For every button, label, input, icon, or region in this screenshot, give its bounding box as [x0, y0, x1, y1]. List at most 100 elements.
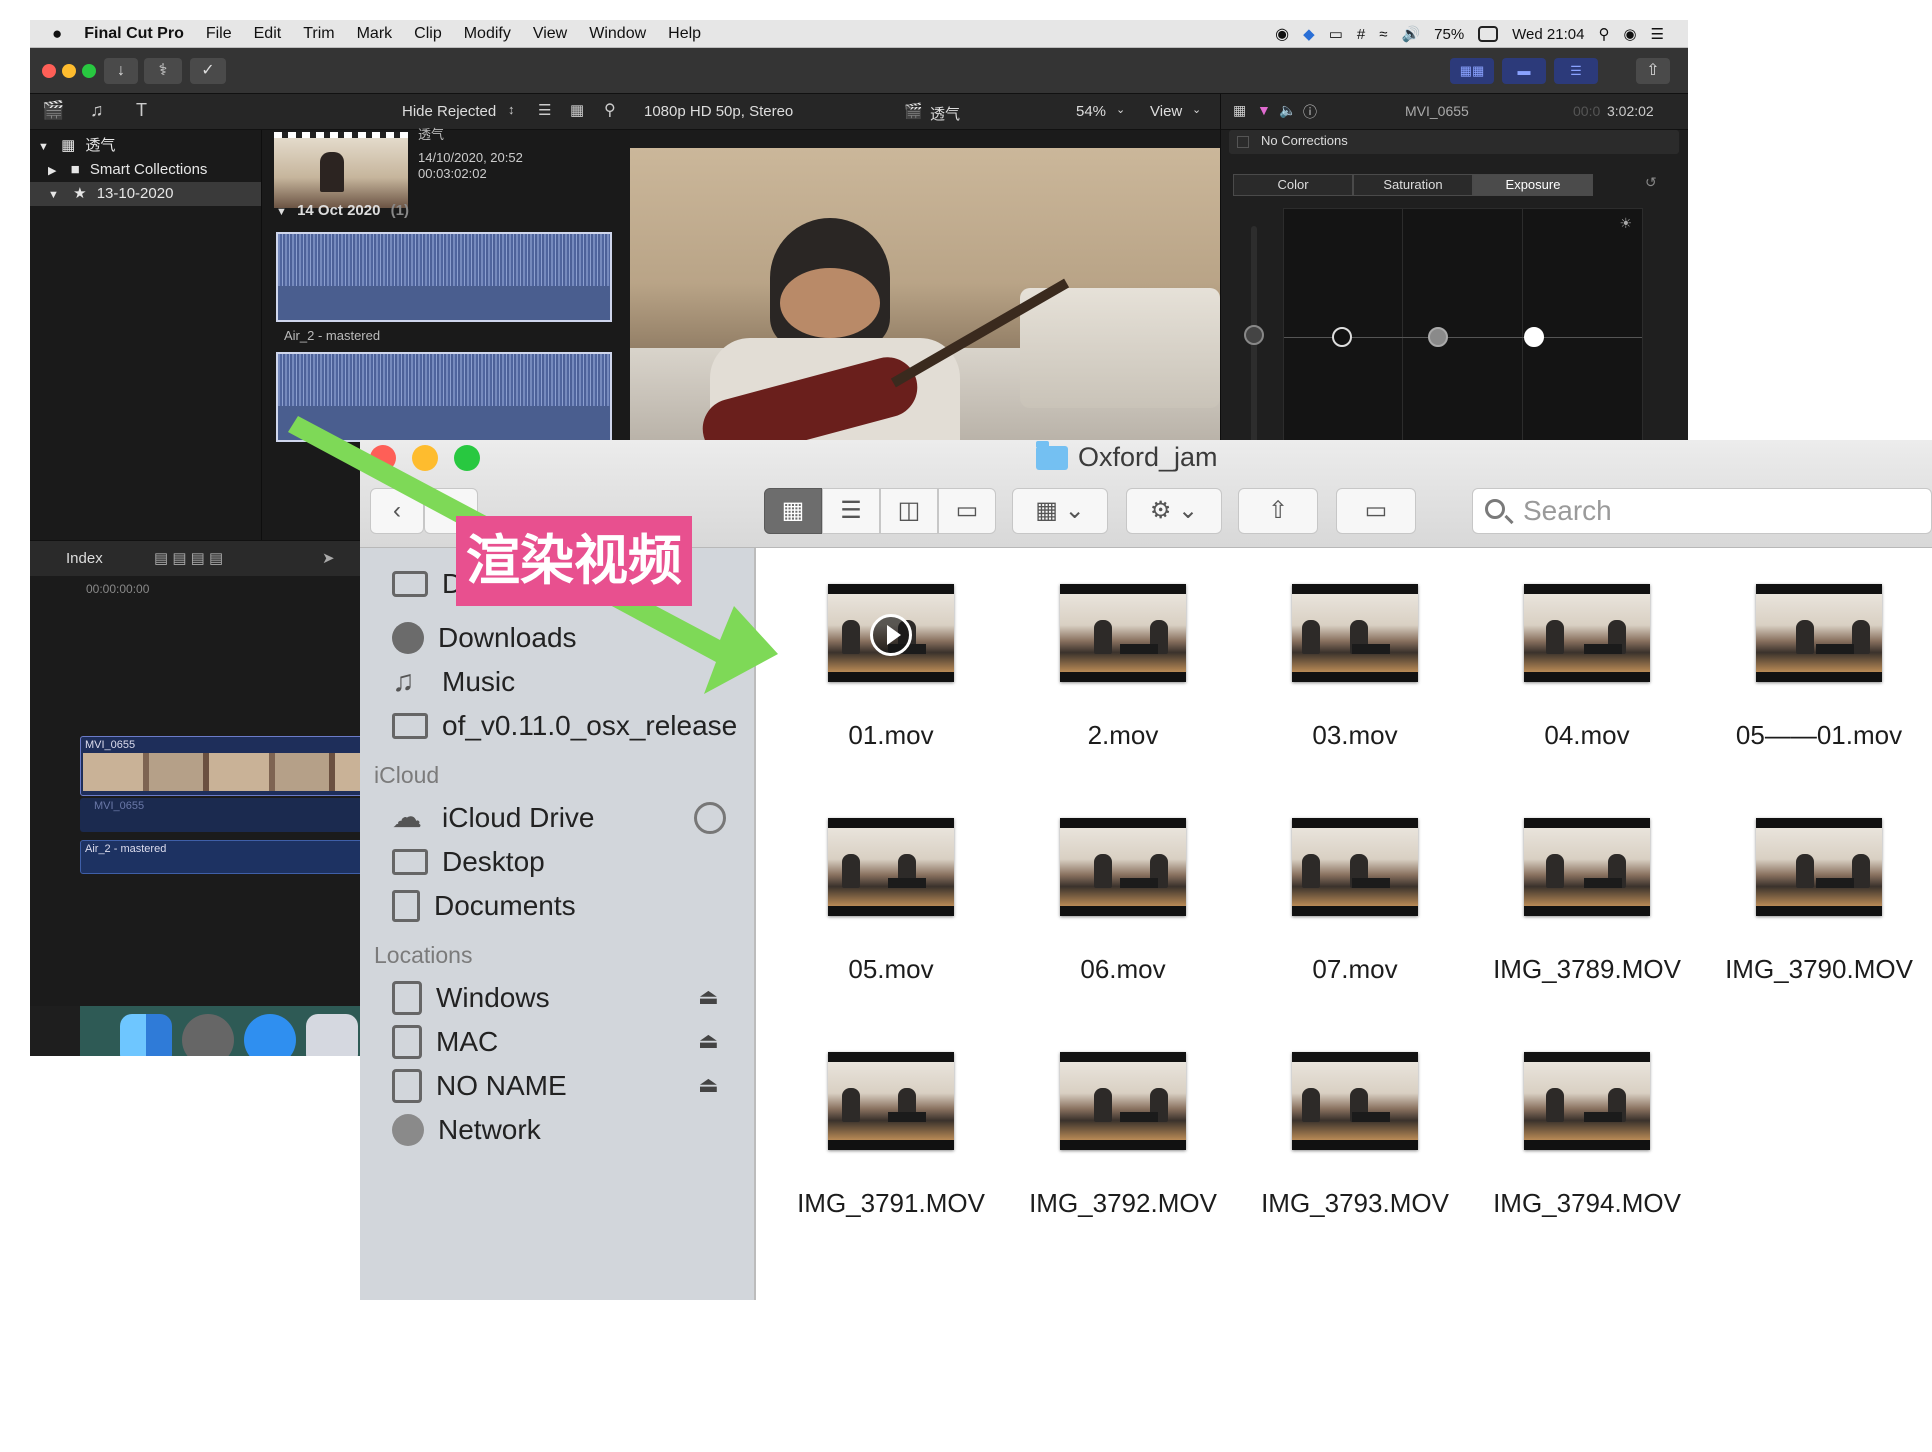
play-icon[interactable]: [870, 614, 912, 656]
share-icon[interactable]: ⇧: [1636, 58, 1670, 84]
airplay-icon[interactable]: ▭: [1329, 25, 1343, 43]
menu-trim[interactable]: Trim: [303, 25, 334, 43]
group-by-button[interactable]: ▦ ⌄: [1012, 488, 1108, 534]
safari-dock-icon[interactable]: [244, 1014, 296, 1056]
clip-thumbnail[interactable]: [274, 132, 408, 208]
disclosure-down-icon[interactable]: ▼: [276, 206, 287, 218]
search-icon[interactable]: ⚲: [604, 100, 616, 120]
hash-icon[interactable]: #: [1357, 26, 1365, 43]
icon-view-button[interactable]: ▦: [764, 488, 822, 534]
tab-exposure[interactable]: Exposure: [1473, 174, 1593, 196]
tag-button[interactable]: ▭: [1336, 488, 1416, 534]
battery-icon[interactable]: [1478, 26, 1499, 42]
clip-appearance-icon[interactable]: ☰: [538, 101, 551, 119]
close-button[interactable]: [370, 445, 396, 471]
finder-dock-icon[interactable]: [120, 1014, 172, 1056]
action-gear-button[interactable]: ⚙ ⌄: [1126, 488, 1222, 534]
mail-dock-icon[interactable]: [306, 1014, 358, 1056]
timeline-toggle-icon[interactable]: ▬: [1502, 58, 1546, 84]
exposure-board[interactable]: ☀: [1283, 208, 1643, 458]
sidebar-item-icloud-drive[interactable]: ☁ iCloud Drive: [392, 796, 595, 840]
photos-audio-icon[interactable]: ♫: [90, 100, 104, 121]
midtones-puck[interactable]: [1428, 327, 1448, 347]
edit-tools-icon[interactable]: ▤ ▤ ▤ ▤: [154, 549, 223, 567]
menu-window[interactable]: Window: [589, 25, 646, 43]
minimize-button[interactable]: [62, 64, 76, 78]
back-button[interactable]: ‹: [370, 488, 424, 534]
index-button[interactable]: Index: [66, 550, 103, 567]
chevron-updown-icon[interactable]: ↕: [508, 102, 515, 117]
browser-toggle-icon[interactable]: ▦▦: [1450, 58, 1494, 84]
film-icon[interactable]: ▦: [1233, 102, 1246, 119]
zoom-button[interactable]: [82, 64, 96, 78]
wechat-icon[interactable]: ◉: [1275, 24, 1289, 44]
sidebar-item-documents[interactable]: Documents: [392, 884, 576, 928]
sidebar-item-network[interactable]: Network: [392, 1108, 541, 1152]
launchpad-dock-icon[interactable]: [182, 1014, 234, 1056]
tab-saturation[interactable]: Saturation: [1353, 174, 1473, 196]
hide-rejected-menu[interactable]: Hide Rejected: [402, 103, 496, 120]
audio-icon[interactable]: 🔈: [1279, 102, 1296, 119]
eject-icon[interactable]: ⏏: [698, 1072, 719, 1098]
menu-app-name[interactable]: Final Cut Pro: [84, 25, 184, 43]
menu-clip[interactable]: Clip: [414, 25, 442, 43]
volume-icon[interactable]: 🔊: [1401, 25, 1420, 43]
disclosure-right-icon[interactable]: ▶: [48, 165, 56, 177]
viewer[interactable]: [630, 130, 1220, 450]
notification-center-icon[interactable]: ☰: [1651, 25, 1664, 43]
highlights-puck[interactable]: [1524, 327, 1544, 347]
corrections-menu[interactable]: No Corrections: [1229, 130, 1679, 154]
tab-color[interactable]: Color: [1233, 174, 1353, 196]
share-button[interactable]: ⇧: [1238, 488, 1318, 534]
disclosure-down-icon[interactable]: ▼: [38, 141, 49, 153]
network-diamond-icon[interactable]: ◆: [1303, 25, 1315, 43]
chevron-down-icon[interactable]: ⌄: [1192, 103, 1201, 116]
shadows-puck[interactable]: [1332, 327, 1352, 347]
sidebar-item-no-name[interactable]: NO NAME: [392, 1064, 567, 1108]
search-field[interactable]: Search: [1472, 488, 1932, 534]
checkbox[interactable]: [1237, 136, 1249, 148]
column-view-button[interactable]: ◫: [880, 488, 938, 534]
minimize-button[interactable]: [412, 445, 438, 471]
inspector-toggle-icon[interactable]: ☰: [1554, 58, 1598, 84]
audio-clip-1[interactable]: [276, 232, 612, 322]
reset-icon[interactable]: ↺: [1645, 174, 1657, 191]
import-icon[interactable]: ↓: [104, 58, 138, 84]
wifi-icon[interactable]: ≈: [1379, 26, 1387, 43]
keywords-icon[interactable]: ⚕: [144, 58, 182, 84]
menu-view[interactable]: View: [533, 25, 567, 43]
event-row[interactable]: ▼ ★ 13-10-2020: [30, 182, 261, 206]
sidebar-item-mac[interactable]: MAC: [392, 1020, 498, 1064]
audio-clip[interactable]: MVI_0655: [80, 798, 390, 832]
eject-icon[interactable]: ⏏: [698, 984, 719, 1010]
chevron-down-icon[interactable]: ⌄: [1116, 103, 1125, 116]
menu-modify[interactable]: Modify: [464, 25, 511, 43]
menu-mark[interactable]: Mark: [357, 25, 393, 43]
smart-collections-row[interactable]: ▶ ■ Smart Collections: [30, 158, 261, 182]
audio-clip-2[interactable]: [276, 352, 612, 442]
zoom-level[interactable]: 54%: [1076, 103, 1106, 120]
sidebar-item-music[interactable]: ♫ Music: [392, 660, 515, 704]
sidebar-item-partial[interactable]: D: [392, 562, 462, 606]
color-icon[interactable]: ▼: [1257, 102, 1271, 118]
clock[interactable]: Wed 21:04: [1512, 26, 1584, 43]
titles-generators-icon[interactable]: T: [136, 100, 147, 121]
gallery-view-button[interactable]: ▭: [938, 488, 996, 534]
video-clip[interactable]: MVI_0655: [80, 736, 390, 796]
master-puck[interactable]: [1244, 325, 1264, 345]
filmstrip-icon[interactable]: ▦: [570, 101, 584, 119]
group-header[interactable]: ▼ 14 Oct 2020 (1): [276, 202, 409, 219]
sidebar-item-windows[interactable]: Windows: [392, 976, 550, 1020]
menu-edit[interactable]: Edit: [254, 25, 282, 43]
siri-icon[interactable]: ◉: [1623, 25, 1636, 43]
music-clip[interactable]: Air_2 - mastered: [80, 840, 390, 874]
menu-file[interactable]: File: [206, 25, 232, 43]
sidebar-item-downloads[interactable]: Downloads: [392, 616, 577, 660]
menu-help[interactable]: Help: [668, 25, 701, 43]
zoom-button[interactable]: [454, 445, 480, 471]
list-view-button[interactable]: ☰: [822, 488, 880, 534]
spotlight-icon[interactable]: ⚲: [1598, 25, 1609, 43]
background-tasks-icon[interactable]: ✓: [190, 58, 226, 84]
disclosure-down-icon[interactable]: ▼: [48, 189, 59, 201]
view-menu[interactable]: View: [1150, 103, 1182, 120]
